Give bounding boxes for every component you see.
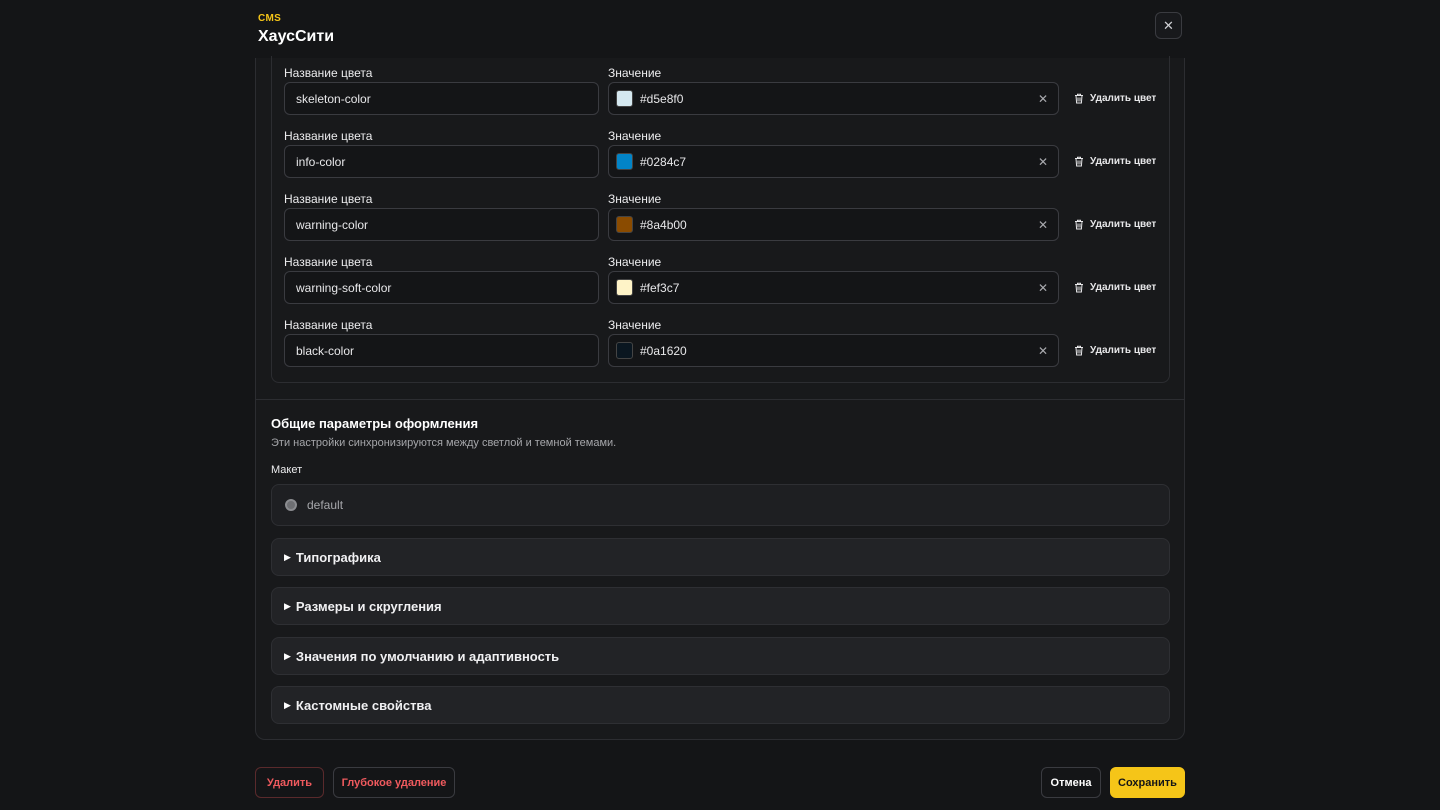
color-name-input[interactable]: info-color — [284, 145, 599, 178]
color-name-label: Название цвета — [284, 318, 373, 332]
header-kicker: CMS — [258, 13, 282, 24]
color-value-text: #0284c7 — [640, 154, 687, 169]
color-name-input[interactable]: skeleton-color — [284, 82, 599, 115]
color-name-label: Название цвета — [284, 66, 373, 80]
save-button[interactable]: Сохранить — [1110, 767, 1185, 798]
layout-option-label: default — [307, 498, 344, 512]
clear-icon[interactable]: ✕ — [1035, 281, 1051, 295]
section-divider — [256, 399, 1184, 400]
trash-icon — [1075, 93, 1083, 104]
delete-color-button[interactable]: Удалить цвет — [1074, 334, 1162, 367]
color-row: Название цвета Значение warning-soft-col… — [284, 255, 1164, 318]
color-swatch[interactable] — [616, 153, 633, 170]
color-swatch[interactable] — [616, 90, 633, 107]
delete-color-label: Удалить цвет — [1090, 282, 1157, 293]
color-name-label: Название цвета — [284, 129, 373, 143]
color-value-label: Значение — [608, 192, 662, 206]
close-icon: ✕ — [1163, 17, 1174, 33]
delete-color-label: Удалить цвет — [1090, 219, 1157, 230]
trash-icon — [1075, 156, 1083, 167]
layout-radio[interactable] — [285, 499, 297, 511]
triangle-right-icon: ▶ — [284, 600, 291, 611]
color-value-text: #0a1620 — [640, 343, 687, 358]
theme-panel: Название цвета Значение skeleton-color #… — [255, 56, 1185, 740]
general-section-description: Эти настройки синхронизируются между све… — [271, 437, 617, 449]
delete-color-label: Удалить цвет — [1090, 93, 1157, 104]
color-value-label: Значение — [608, 66, 662, 80]
color-row: Название цвета Значение warning-color #8… — [284, 192, 1164, 255]
delete-color-button[interactable]: Удалить цвет — [1074, 208, 1162, 241]
accordion-typography[interactable]: ▶ Типографика — [271, 538, 1170, 576]
triangle-right-icon: ▶ — [284, 650, 291, 661]
color-swatch[interactable] — [616, 279, 633, 296]
accordion-label: Типографика — [295, 549, 381, 565]
color-value-input[interactable]: #0a1620 ✕ — [608, 334, 1059, 367]
accordion-defaults[interactable]: ▶ Значения по умолчанию и адаптивность — [271, 637, 1170, 675]
clear-icon[interactable]: ✕ — [1035, 218, 1051, 232]
clear-icon[interactable]: ✕ — [1035, 344, 1051, 358]
triangle-right-icon: ▶ — [284, 551, 291, 562]
color-value-label: Значение — [608, 129, 662, 143]
deep-delete-button[interactable]: Глубокое удаление — [333, 767, 455, 798]
color-swatch[interactable] — [616, 342, 633, 359]
trash-icon — [1075, 345, 1083, 356]
color-name-input[interactable]: warning-color — [284, 208, 599, 241]
color-row: Название цвета Значение info-color #0284… — [284, 129, 1164, 192]
color-row: Название цвета Значение black-color #0a1… — [284, 318, 1164, 381]
delete-color-button[interactable]: Удалить цвет — [1074, 82, 1162, 115]
clear-icon[interactable]: ✕ — [1035, 155, 1051, 169]
color-value-input[interactable]: #8a4b00 ✕ — [608, 208, 1059, 241]
delete-color-button[interactable]: Удалить цвет — [1074, 145, 1162, 178]
page-title: ХаусСити — [258, 28, 335, 45]
trash-icon — [1075, 282, 1083, 293]
delete-color-button[interactable]: Удалить цвет — [1074, 271, 1162, 304]
layout-option[interactable]: default — [271, 484, 1170, 526]
general-section-title: Общие параметры оформления — [271, 416, 479, 431]
close-button[interactable]: ✕ — [1155, 12, 1182, 39]
color-value-input[interactable]: #d5e8f0 ✕ — [608, 82, 1059, 115]
cancel-button[interactable]: Отмена — [1041, 767, 1101, 798]
delete-color-label: Удалить цвет — [1090, 156, 1157, 167]
delete-color-label: Удалить цвет — [1090, 345, 1157, 356]
color-value-input[interactable]: #fef3c7 ✕ — [608, 271, 1059, 304]
layout-label: Макет — [271, 464, 303, 476]
trash-icon — [1075, 219, 1083, 230]
triangle-right-icon: ▶ — [284, 699, 291, 710]
accordion-custom-properties[interactable]: ▶ Кастомные свойства — [271, 686, 1170, 724]
accordion-label: Размеры и скругления — [295, 598, 442, 614]
color-value-text: #fef3c7 — [640, 280, 680, 295]
color-name-label: Название цвета — [284, 255, 373, 269]
color-name-label: Название цвета — [284, 192, 373, 206]
color-name-input[interactable]: black-color — [284, 334, 599, 367]
colors-box: Название цвета Значение skeleton-color #… — [271, 56, 1170, 383]
accordion-label: Значения по умолчанию и адаптивность — [295, 648, 560, 664]
color-value-label: Значение — [608, 318, 662, 332]
color-swatch[interactable] — [616, 216, 633, 233]
color-value-text: #d5e8f0 — [640, 91, 684, 106]
color-row: Название цвета Значение skeleton-color #… — [284, 66, 1164, 129]
accordion-sizes[interactable]: ▶ Размеры и скругления — [271, 587, 1170, 625]
color-name-input[interactable]: warning-soft-color — [284, 271, 599, 304]
color-value-text: #8a4b00 — [640, 217, 687, 232]
clear-icon[interactable]: ✕ — [1035, 92, 1051, 106]
color-value-input[interactable]: #0284c7 ✕ — [608, 145, 1059, 178]
delete-button[interactable]: Удалить — [255, 767, 324, 798]
accordion-label: Кастомные свойства — [295, 697, 432, 713]
color-value-label: Значение — [608, 255, 662, 269]
